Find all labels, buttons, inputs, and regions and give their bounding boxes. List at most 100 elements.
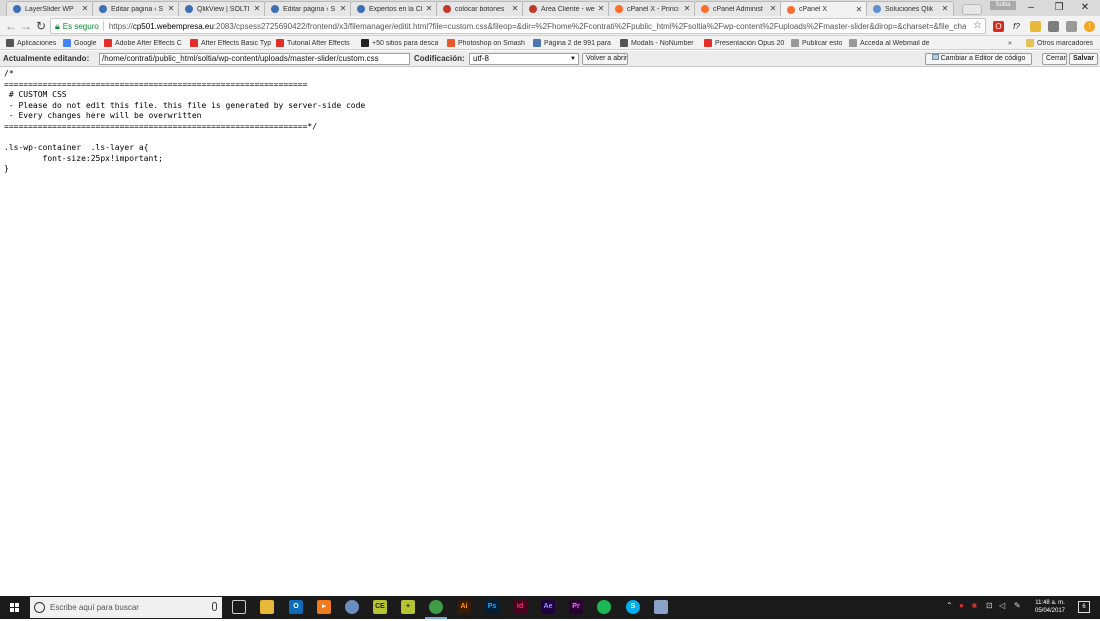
close-tab-icon[interactable]: ✕ [167,5,175,13]
pen-icon[interactable]: ✎ [1014,601,1021,610]
close-button[interactable]: Cerrar [1042,53,1067,65]
reload-icon[interactable]: ↻ [34,19,48,33]
file-path-field[interactable]: /home/contrati/public_html/soltia/wp-con… [99,53,410,65]
search-icon [34,602,45,613]
close-tab-icon[interactable]: ✕ [597,5,605,13]
taskbar-clock[interactable]: 11:48 a. m. 05/04/2017 [1030,599,1070,615]
bookmark-star-icon[interactable]: ☆ [973,20,982,31]
other-bookmarks-folder[interactable]: Otros marcadores [1026,38,1093,48]
settings-gear-icon[interactable] [345,600,359,614]
browser-tab[interactable]: Área Cliente - we ✕ [522,1,610,16]
back-arrow-icon[interactable]: ← [4,19,18,33]
browser-tab[interactable]: Editar página ‹ S ✕ [264,1,352,16]
browser-tab[interactable]: colocar botones ✕ [436,1,524,16]
notification-center-icon[interactable]: 6 [1078,601,1090,613]
app-window-icon[interactable] [654,600,668,614]
photoshop-icon[interactable]: Ps [485,600,499,614]
switch-editor-button[interactable]: Cambiar a Editor de código [925,53,1032,65]
restore-button[interactable]: ❐ [1048,2,1070,14]
browser-tab[interactable]: QlikView | SOLTI ✕ [178,1,266,16]
bookmark-item[interactable]: Presentación Opus 20 [704,38,786,48]
file-explorer-icon[interactable] [260,600,274,614]
taskbar-search-box[interactable]: Escribe aquí para buscar [30,597,222,618]
forward-arrow-icon[interactable]: → [19,19,33,33]
tab-favicon-icon [271,5,279,13]
bookmark-favicon-icon [63,39,71,47]
close-tab-icon[interactable]: ✕ [81,5,89,13]
code-line: - Please do not edit this file. this fil… [4,100,366,110]
skype-icon[interactable]: S [626,600,640,614]
browser-tab[interactable]: Expertos en la Cl ✕ [350,1,438,16]
premiere-icon[interactable]: Pr [569,600,583,614]
browser-tab[interactable]: cPanel Administ ✕ [694,1,782,16]
fontface-extension-icon[interactable]: f? [1011,21,1022,32]
windows-start-button[interactable] [0,596,30,619]
app-green-icon[interactable]: CE [373,600,387,614]
bookmark-item[interactable]: Publicar esto [791,38,846,48]
task-view-icon[interactable] [232,600,246,614]
indesign-icon[interactable]: Id [513,600,527,614]
address-bar[interactable]: 🔒︎ Es seguro https://cp501.webempresa.eu… [50,18,986,34]
bookmark-item[interactable]: Aplicaciones [6,38,60,48]
close-tab-icon[interactable]: ✕ [253,5,261,13]
encoding-label: Codificación: [414,54,465,63]
chrome-icon[interactable] [429,600,443,614]
reopen-button[interactable]: Volver a abrir [582,53,628,65]
extension-yellow-icon[interactable] [1030,21,1041,32]
minimize-button[interactable]: – [1020,2,1042,14]
tab-favicon-icon [529,5,537,13]
illustrator-icon[interactable]: Ai [457,600,471,614]
tab-title: cPanel Administ [713,5,763,13]
close-tab-icon[interactable]: ✕ [855,5,863,14]
tab-favicon-icon [357,5,365,13]
browser-tab[interactable]: cPanel X - Princi ✕ [608,1,696,16]
user-profile-badge[interactable]: Soltia [990,1,1016,10]
browser-tab[interactable]: cPanel X ✕ [780,1,868,17]
close-tab-icon[interactable]: ✕ [683,5,691,13]
menu-alert-icon[interactable]: ! [1084,21,1095,32]
browser-tab[interactable]: Soluciones Qlik ✕ [866,1,954,16]
extension-gray-icon[interactable] [1048,21,1059,32]
bookmark-item[interactable]: Tutorial After Effects [276,38,358,48]
close-window-button[interactable]: ✕ [1074,2,1096,14]
browser-tab[interactable]: LayerSlider WP ✕ [6,1,94,16]
bookmarks-more-button[interactable]: » [1008,38,1012,48]
tray-chevron-icon[interactable]: ⌃ [946,601,953,610]
network-icon[interactable]: ⊡ [986,601,993,610]
after-effects-icon[interactable]: Ae [541,600,555,614]
code-line: } [4,164,9,174]
tab-favicon-icon [615,5,623,13]
chevron-down-icon: ▼ [570,56,576,62]
new-tab-button[interactable] [962,4,982,15]
close-tab-icon[interactable]: ✕ [769,5,777,13]
code-line: ========================================… [4,121,318,131]
bookmark-item[interactable]: Página 2 de 991 para [533,38,615,48]
spotify-icon[interactable] [597,600,611,614]
tray-red-icon[interactable]: ● [959,601,964,610]
url-text[interactable]: https://cp501.webempresa.eu:2083/cpsess2… [109,22,967,31]
app-plus-icon[interactable]: + [401,600,415,614]
bookmark-favicon-icon [6,39,14,47]
code-editor[interactable]: /* ======================================… [4,69,1094,596]
encoding-select[interactable]: utf-8 ▼ [469,53,579,65]
bookmark-item[interactable]: Google [63,38,101,48]
bookmark-item[interactable]: +50 sitios para desca [361,38,443,48]
close-tab-icon[interactable]: ✕ [941,5,949,13]
bookmark-item[interactable]: Acceda al Webmail de [849,38,929,48]
close-tab-icon[interactable]: ✕ [511,5,519,13]
microphone-icon[interactable] [212,602,217,611]
outlook-icon[interactable]: O [289,600,303,614]
save-button[interactable]: Salvar [1069,53,1098,65]
bookmark-item[interactable]: After Effects Basic Typ [190,38,272,48]
close-tab-icon[interactable]: ✕ [339,5,347,13]
media-player-icon[interactable]: ▸ [317,600,331,614]
browser-tab[interactable]: Editar página ‹ S ✕ [92,1,180,16]
volume-icon[interactable]: ◁ [999,601,1005,610]
bookmark-item[interactable]: Modals - NoNumber [620,38,700,48]
bookmark-item[interactable]: Adobe After Effects C [104,38,186,48]
settings-extension-icon[interactable] [1066,21,1077,32]
opera-extension-icon[interactable]: O [993,21,1004,32]
tray-app-icon[interactable]: ■ [972,601,977,610]
bookmark-item[interactable]: Photoshop on Smash [447,38,529,48]
close-tab-icon[interactable]: ✕ [425,5,433,13]
